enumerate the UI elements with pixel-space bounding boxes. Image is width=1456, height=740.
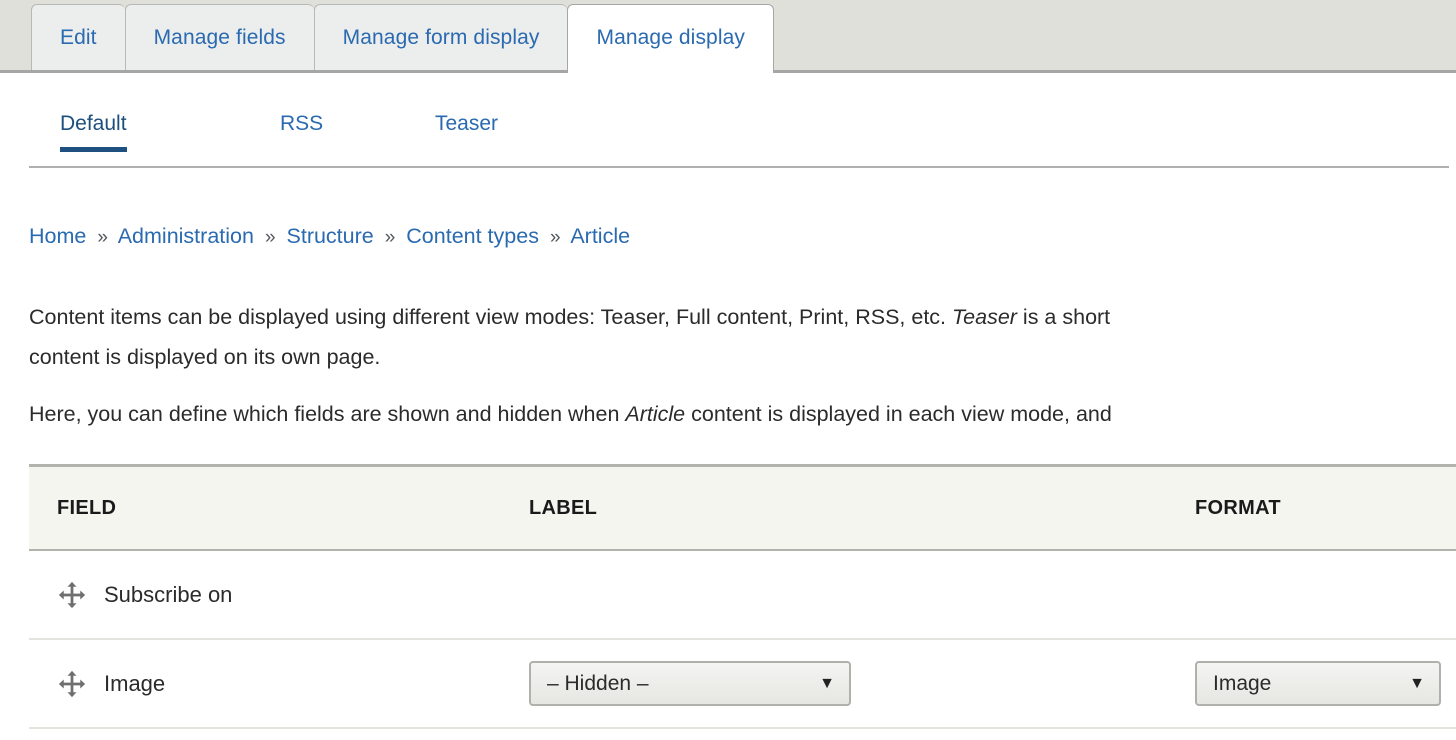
breadcrumb-item-administration[interactable]: Administration	[118, 224, 254, 248]
format-cell: Image ▼	[1195, 661, 1456, 706]
breadcrumb-item-article[interactable]: Article	[570, 224, 630, 248]
breadcrumb-separator: »	[549, 227, 561, 248]
description-text-1a: Content items can be displayed using dif…	[29, 304, 952, 329]
breadcrumb-item-content-types[interactable]: Content types	[406, 224, 539, 248]
format-select-value: Image	[1213, 671, 1272, 695]
subtab-rss-label: RSS	[280, 112, 324, 135]
drag-handle-icon[interactable]	[57, 669, 87, 699]
primary-tab-bar: Edit Manage fields Manage form display M…	[0, 0, 1456, 73]
subtab-teaser[interactable]: Teaser	[435, 112, 498, 152]
tab-manage-fields-label: Manage fields	[153, 25, 286, 49]
field-name: Image	[104, 670, 166, 696]
tab-manage-display[interactable]: Manage display	[567, 4, 774, 73]
table-header-row: FIELD LABEL FORMAT	[29, 467, 1456, 551]
description-text-2b: content is displayed in each view mode, …	[685, 401, 1112, 426]
tab-edit-label: Edit	[60, 25, 97, 49]
tab-manage-form-display-label: Manage form display	[342, 25, 540, 49]
label-select-value: – Hidden –	[547, 671, 649, 695]
table-row: Image – Hidden – ▼ Image ▼	[29, 640, 1456, 729]
secondary-tab-bar: Default RSS Teaser	[29, 112, 1449, 168]
subtab-default-label: Default	[60, 112, 127, 135]
field-cell: Subscribe on	[29, 580, 529, 610]
chevron-down-icon: ▼	[819, 674, 835, 692]
description-emphasis-article: Article	[625, 401, 686, 426]
tab-edit[interactable]: Edit	[31, 4, 125, 70]
description-text-2a: Here, you can define which fields are sh…	[29, 401, 626, 426]
description-emphasis-teaser: Teaser	[952, 304, 1017, 329]
subtab-rss[interactable]: RSS	[280, 112, 323, 152]
primary-tab-list: Edit Manage fields Manage form display M…	[31, 4, 774, 73]
tab-manage-display-label: Manage display	[596, 25, 745, 49]
breadcrumb-separator: »	[264, 227, 276, 248]
breadcrumb-item-home[interactable]: Home	[29, 224, 86, 248]
chevron-down-icon: ▼	[1409, 674, 1425, 692]
field-cell: Image	[29, 669, 529, 699]
breadcrumb-separator: »	[97, 227, 108, 248]
breadcrumb-item-structure[interactable]: Structure	[287, 224, 374, 248]
tab-manage-fields[interactable]: Manage fields	[124, 4, 314, 70]
label-cell: – Hidden – ▼	[529, 661, 1195, 706]
table-row: Subscribe on	[29, 551, 1456, 640]
subtab-teaser-label: Teaser	[435, 112, 499, 135]
column-header-field: FIELD	[57, 496, 117, 519]
drag-handle-icon[interactable]	[57, 580, 87, 610]
breadcrumb: Home » Administration » Structure » Cont…	[29, 224, 630, 249]
label-select[interactable]: – Hidden – ▼	[529, 661, 851, 706]
description-paragraph-view-modes: Content items can be displayed using dif…	[29, 297, 1456, 379]
subtab-default[interactable]: Default	[60, 112, 127, 152]
breadcrumb-separator: »	[384, 227, 396, 248]
format-select[interactable]: Image ▼	[1195, 661, 1441, 706]
column-header-format: FORMAT	[1195, 496, 1281, 519]
tab-manage-form-display[interactable]: Manage form display	[313, 4, 568, 70]
description-paragraph-fields: Here, you can define which fields are sh…	[29, 394, 1456, 436]
field-display-table: FIELD LABEL FORMAT Subscribe on Image – …	[29, 464, 1456, 729]
column-header-label: LABEL	[529, 496, 598, 519]
field-name: Subscribe on	[104, 581, 233, 607]
